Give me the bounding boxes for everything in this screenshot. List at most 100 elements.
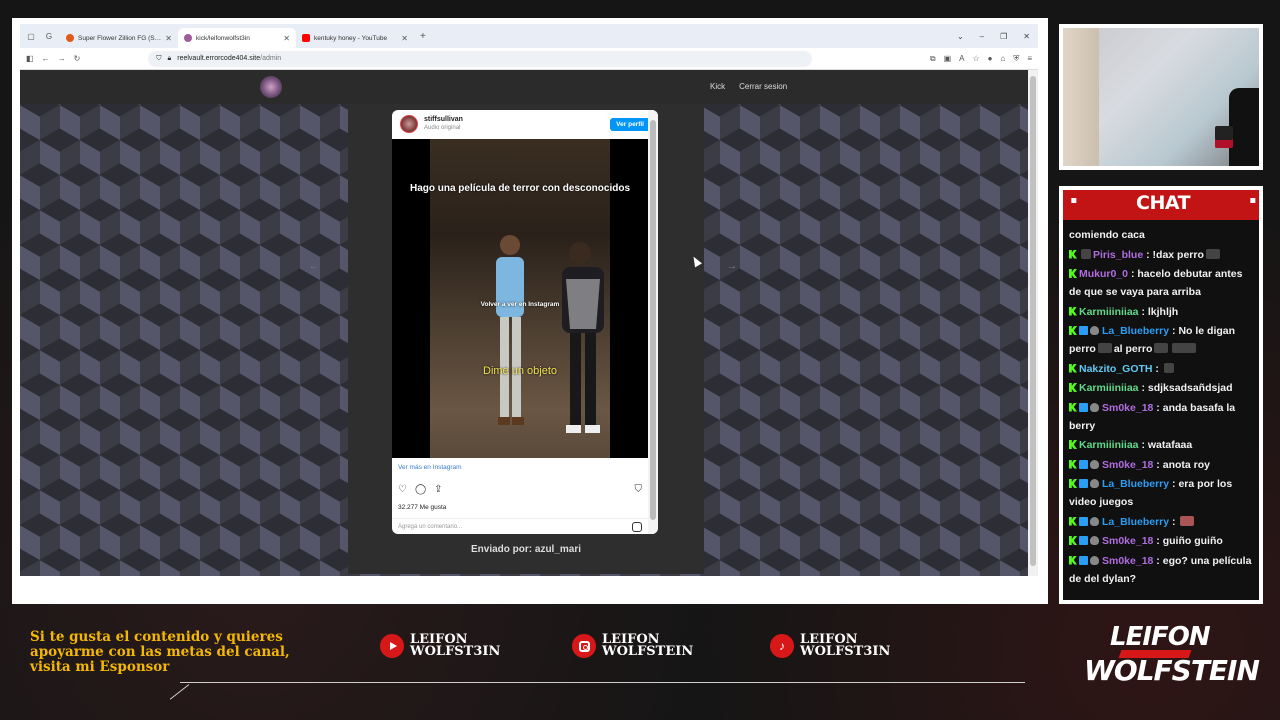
divider — [180, 682, 1025, 683]
tab-overview-icon[interactable]: ▢ — [24, 29, 38, 43]
translate-icon[interactable]: A — [959, 54, 964, 64]
kick-badge-icon — [1069, 479, 1077, 488]
reload-icon[interactable]: ↻ — [74, 54, 81, 63]
sub-badge-icon — [1079, 402, 1088, 412]
avatar[interactable] — [400, 115, 418, 133]
instagram-audio[interactable]: Audio original — [424, 124, 463, 132]
emote-icon — [1154, 343, 1169, 353]
kick-badge-icon — [1069, 383, 1077, 392]
badge-icon — [1081, 248, 1091, 259]
watch-on-instagram-link[interactable]: Volver a ver en Instagram — [392, 301, 648, 308]
likes-count: 32.277 Me gusta — [398, 504, 447, 511]
close-icon[interactable]: ✕ — [283, 34, 290, 43]
social-youtube: LEIFON WOLFST3IN — [380, 633, 500, 658]
chat-message: Sm0ke_18 : ego? una película de del dyla… — [1069, 554, 1252, 585]
chat-title: CHAT — [1135, 192, 1191, 214]
prev-arrow-button[interactable]: ← — [304, 256, 324, 276]
close-window-icon[interactable]: ✕ — [1023, 32, 1030, 41]
next-arrow-button[interactable]: → — [722, 256, 742, 276]
sidebar-icon[interactable]: ◧ — [26, 54, 34, 63]
favorite-star-icon[interactable]: ☆ — [972, 54, 979, 64]
social-name-line2: WOLFST3IN — [800, 644, 891, 659]
tab-super-flower[interactable]: Super Flower Zillion FG (SF-125 ✕ — [60, 28, 178, 48]
chat-panel: CHAT comiendo caca Piris_blue : !dax per… — [1063, 190, 1259, 600]
page-scrollbar[interactable] — [1028, 70, 1038, 576]
profile-icon[interactable]: ● — [988, 54, 993, 64]
back-icon[interactable]: ← — [42, 54, 50, 63]
badge-icon — [1090, 516, 1099, 526]
heart-icon[interactable]: ♡ — [398, 484, 407, 495]
bookmark-icon[interactable]: ⛉ — [635, 484, 643, 495]
new-tab-button[interactable]: + — [420, 31, 426, 42]
site-content: Kick Cerrar sesion ← → stiffsullivan Aud… — [20, 70, 1028, 576]
extensions-icon[interactable]: ⌂ — [1000, 54, 1005, 64]
badge-icon — [1090, 479, 1099, 488]
ad-block-icon[interactable]: ⛨ — [1013, 54, 1019, 64]
tab-youtube[interactable]: kentuky honey - YouTube ✕ — [296, 28, 414, 48]
nav-link-logout[interactable]: Cerrar sesion — [739, 82, 787, 91]
kick-badge-icon — [1069, 326, 1077, 335]
badge-icon — [1090, 326, 1099, 335]
tab-favicon-icon — [66, 34, 74, 42]
shield-icon[interactable]: ⛉ — [156, 55, 161, 63]
kick-badge-icon — [1069, 249, 1077, 259]
tab-search-icon[interactable]: ⌄ — [957, 32, 964, 41]
instagram-embed: stiffsullivan Audio original Ver perfil — [392, 110, 658, 534]
toolbar-tools: ⧉ ▣ A ☆ ● ⌂ ⛨ ≡ — [930, 54, 1032, 64]
close-icon[interactable]: ✕ — [165, 34, 172, 43]
share-icon[interactable]: ⇪ — [434, 484, 442, 495]
kick-badge-icon — [1069, 555, 1077, 565]
channel-logo: LEIFON WOLFSTEIN — [1080, 622, 1260, 694]
chat-message: Sm0ke_18 : guiño guiño — [1069, 532, 1255, 550]
menu-icon[interactable]: ≡ — [1027, 54, 1032, 64]
sub-badge-icon — [1079, 536, 1088, 545]
sub-badge-icon — [1079, 479, 1088, 488]
instagram-logo-icon[interactable] — [632, 521, 642, 532]
emote-icon — [1205, 248, 1220, 259]
embed-scrollbar[interactable] — [648, 110, 658, 534]
chat-message: Sm0ke_18 : anota roy — [1069, 456, 1255, 474]
person-left — [496, 235, 524, 425]
badge-icon — [1090, 536, 1099, 545]
google-icon[interactable]: G — [42, 29, 56, 43]
see-more-link[interactable]: Ver más en Instagram — [398, 464, 462, 471]
url-host: reelvault.errorcode404.site — [177, 55, 261, 62]
emote-icon — [1097, 343, 1112, 353]
forward-icon[interactable]: → — [58, 54, 66, 63]
sub-badge-icon — [1079, 555, 1088, 565]
sub-badge-icon — [1079, 459, 1088, 469]
screenshot-icon[interactable]: ⧉ — [930, 54, 936, 64]
instagram-username[interactable]: stiffsullivan — [424, 116, 463, 124]
nav-link-kick[interactable]: Kick — [710, 82, 725, 91]
restore-icon[interactable]: ❐ — [1000, 32, 1007, 41]
lock-icon[interactable]: 🔒︎ — [168, 55, 172, 63]
instagram-video[interactable]: Hago una película de terror con desconoc… — [392, 139, 648, 458]
url-path: /admin — [260, 55, 282, 62]
tab-kick[interactable]: kick/leifonwolfst3in ✕ — [178, 28, 296, 48]
webcam-door — [1063, 28, 1099, 166]
kick-badge-icon — [1069, 536, 1077, 545]
logo-line1: LEIFON — [1110, 622, 1211, 652]
social-tiktok: ♪ LEIFON WOLFST3IN — [770, 633, 891, 659]
chat-frame: CHAT comiendo caca Piris_blue : !dax per… — [1059, 186, 1263, 604]
sub-badge-icon — [1079, 326, 1088, 335]
webcam-cup — [1215, 126, 1233, 148]
close-icon[interactable]: ✕ — [401, 34, 408, 43]
instagram-actions: ♡ ◯ ⇪ ⛉ — [398, 484, 642, 495]
person-right — [562, 242, 604, 433]
comment-field[interactable]: Agrega un comentario... — [392, 518, 648, 534]
chat-message: La_Blueberry : — [1069, 513, 1255, 531]
tiktok-icon: ♪ — [770, 634, 794, 658]
sponsor-text: Si te gusta el contenido y quieres apoya… — [30, 629, 290, 675]
view-profile-button[interactable]: Ver perfil — [610, 117, 650, 131]
chat-message: Piris_blue : !dax perro — [1069, 246, 1255, 264]
address-bar[interactable]: ⛉ 🔒︎ reelvault.errorcode404.site/admin — [148, 50, 813, 67]
minimize-icon[interactable]: – — [980, 32, 984, 41]
tab-title: Super Flower Zillion FG (SF-125 — [78, 34, 161, 42]
webcam-chair — [1229, 88, 1259, 166]
site-logo-icon[interactable] — [260, 76, 282, 98]
instagram-header: stiffsullivan Audio original Ver perfil — [392, 110, 658, 138]
comment-icon[interactable]: ◯ — [415, 484, 426, 495]
webcam-frame — [1059, 24, 1263, 170]
reader-icon[interactable]: ▣ — [944, 54, 952, 64]
